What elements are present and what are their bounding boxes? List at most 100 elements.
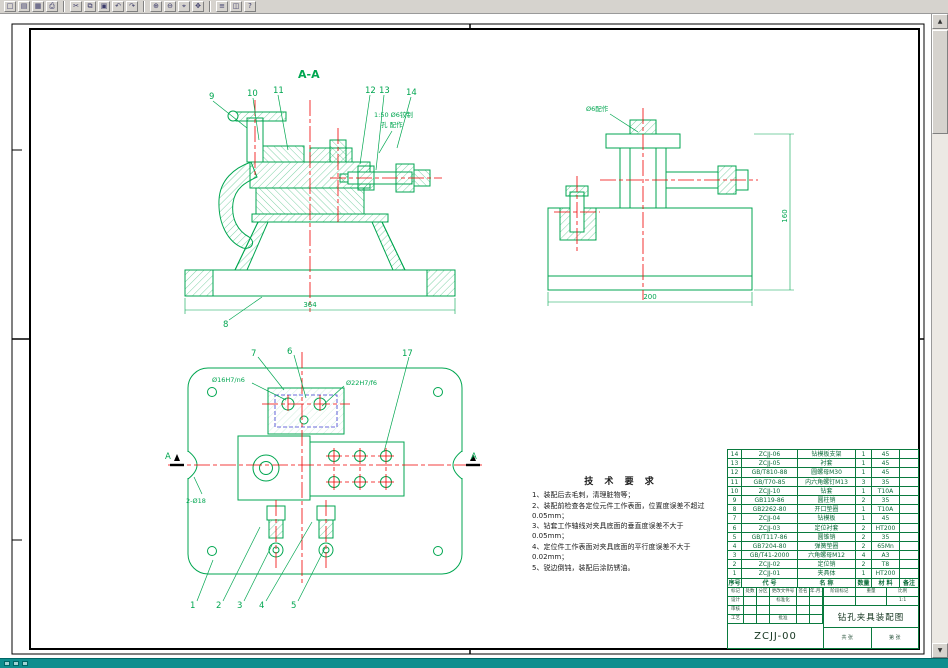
dimension-label: 200: [643, 293, 656, 301]
undo-icon[interactable]: ↶: [112, 1, 124, 12]
sheet-row: 共 张第 张: [824, 628, 918, 648]
tech-item: 1、装配后去毛刺，清理脏物等；: [532, 491, 635, 499]
zoom-in-icon[interactable]: ⊕: [150, 1, 162, 12]
title-block: 标记处数分区更改文件号签名年.月.日设计 标准化审核工艺 批准 ZCJJ-00 阶段…: [727, 587, 919, 649]
bom-cell: ZCJJ-10: [742, 486, 798, 496]
titleblock-cell: 标准化: [770, 597, 797, 606]
bom-row: 8 GB2262-80 开口垫圈 1 T10A: [728, 505, 918, 515]
redo-icon[interactable]: ↷: [126, 1, 138, 12]
bom-cell: 45: [872, 459, 900, 469]
copy-icon[interactable]: ⧉: [84, 1, 96, 12]
status-chip: [22, 661, 28, 666]
bom-cell: ZCJJ-04: [742, 514, 798, 524]
bom-cell: ZCJJ-05: [742, 459, 798, 469]
bom-cell: [900, 496, 918, 506]
bom-cell: ZCJJ-02: [742, 560, 798, 570]
bom-row: 2 ZCJJ-02 定位销 2 T8: [728, 560, 918, 570]
properties-icon[interactable]: ◫: [230, 1, 242, 12]
pan-icon[interactable]: ✥: [192, 1, 204, 12]
bom-cell: GB/T41-2000: [742, 551, 798, 561]
titleblock-cell: [770, 606, 797, 615]
bom-cell: 45: [872, 514, 900, 524]
bom-cell: 1: [728, 569, 742, 579]
titleblock-cell: 重量: [856, 588, 888, 596]
help-icon[interactable]: ?: [244, 1, 256, 12]
bom-row: 12 GB/T810-88 圆螺母M30 1 45: [728, 468, 918, 478]
vertical-scrollbar[interactable]: ▲ ▼: [931, 14, 948, 658]
titleblock-cell: 年.月.日: [810, 588, 823, 597]
titleblock-cell: [744, 597, 757, 606]
bom-cell: [900, 505, 918, 515]
bom-cell: 8: [728, 505, 742, 515]
balloon-label: 1: [190, 601, 195, 611]
cut-icon[interactable]: ✂: [70, 1, 82, 12]
side-note: Ø6配作: [586, 104, 609, 113]
titleblock-cell: 第 张: [888, 635, 901, 641]
scrollbar-thumb[interactable]: [932, 30, 948, 134]
drawing-area[interactable]: A-A 364 9 10 11 12 13 14 8 1:50 Ø6铰制 孔 配…: [0, 14, 931, 658]
bom-cell: 弹簧垫圈: [798, 541, 856, 552]
bom-cell: [900, 551, 918, 561]
bom-cell: 钻套: [798, 486, 856, 496]
side-view[interactable]: Ø6配作 160 200: [547, 104, 794, 306]
bom-cell: T8: [872, 560, 900, 570]
titleblock-cell: 批准: [770, 615, 797, 624]
bom-cell: 45: [872, 450, 900, 460]
bom-cell: 65Mn: [872, 541, 900, 552]
bom-cell: GB/T810-88: [742, 468, 798, 478]
cutting-plane-marks: [170, 454, 480, 467]
bom-cell: 45: [872, 468, 900, 478]
bom-cell: 1: [856, 486, 872, 496]
bom-cell: 1: [856, 514, 872, 524]
bom-cell: 钻模板支架: [798, 450, 856, 460]
save-icon[interactable]: ▦: [32, 1, 44, 12]
bom-cell: HT200: [872, 523, 900, 533]
balloon-label: 13: [379, 86, 390, 96]
open-icon[interactable]: ▤: [18, 1, 30, 12]
bom-cell: 3: [728, 551, 742, 561]
bom-cell: 12: [728, 468, 742, 478]
zoom-window-icon[interactable]: ⌖: [178, 1, 190, 12]
plan-view[interactable]: A A 7 6 17 1 2 3 4 5 Ø16H7/n6 Ø22H7/f6 2…: [165, 347, 482, 611]
scroll-up-button[interactable]: ▲: [932, 14, 948, 29]
balloon-label: 8: [223, 320, 228, 330]
bom-cell: 7: [728, 514, 742, 524]
layers-icon[interactable]: ≡: [216, 1, 228, 12]
taper-note: 1:50 Ø6铰制: [374, 110, 413, 119]
status-bar: [0, 658, 948, 668]
tech-item: 2、装配前检查各定位元件工作表面，位置度误差不超过0.05mm；: [532, 501, 705, 520]
bom-row: 3 GB/T41-2000 六角螺母M12 4 A3: [728, 551, 918, 561]
section-view[interactable]: A-A 364 9 10 11 12 13 14 8 1:50 Ø6铰制 孔 配…: [184, 68, 456, 330]
taper-note: 孔 配作: [381, 120, 403, 129]
dimension-label: 160: [781, 209, 789, 222]
balloon-label: 12: [365, 86, 376, 96]
balloon-label: 5: [291, 601, 296, 611]
bom-cell: 10: [728, 486, 742, 496]
titleblock-cell: [856, 597, 888, 605]
tech-items: 1、装配后去毛刺，清理脏物等； 2、装配前检查各定位元件工作表面，位置度误差不超过…: [532, 491, 710, 573]
scroll-down-button[interactable]: ▼: [932, 643, 948, 658]
paste-icon[interactable]: ▣: [98, 1, 110, 12]
titleblock-grid: 标记处数分区更改文件号签名年.月.日设计 标准化审核工艺 批准: [728, 588, 823, 624]
bom-cell: 1: [856, 450, 872, 460]
titleblock-cell: [797, 606, 810, 615]
bom-cell: GB/T117-86: [742, 532, 798, 542]
new-icon[interactable]: □: [4, 1, 16, 12]
toolbar-separator: [63, 1, 65, 12]
balloon-label: 3: [237, 601, 242, 611]
bom-cell: 4: [856, 551, 872, 561]
section-arrow-label: A: [471, 452, 477, 462]
bom-cell: [900, 514, 918, 524]
titleblock-cell: 工艺: [728, 615, 744, 624]
titleblock-cell: [810, 597, 823, 606]
stage-values: 1:1: [824, 597, 918, 606]
print-icon[interactable]: ⎙: [46, 1, 58, 12]
balloon-label: 14: [406, 88, 417, 98]
tech-item: 4、定位件工作表面对夹具底面的平行度误差不大于0.02mm；: [532, 542, 691, 561]
bom-cell: 定位衬套: [798, 523, 856, 533]
status-chip: [4, 661, 10, 666]
bom-row: 7 ZCJJ-04 钻模板 1 45: [728, 514, 918, 524]
bom-cell: [900, 569, 918, 579]
zoom-out-icon[interactable]: ⊖: [164, 1, 176, 12]
bom-cell: 4: [728, 541, 742, 552]
